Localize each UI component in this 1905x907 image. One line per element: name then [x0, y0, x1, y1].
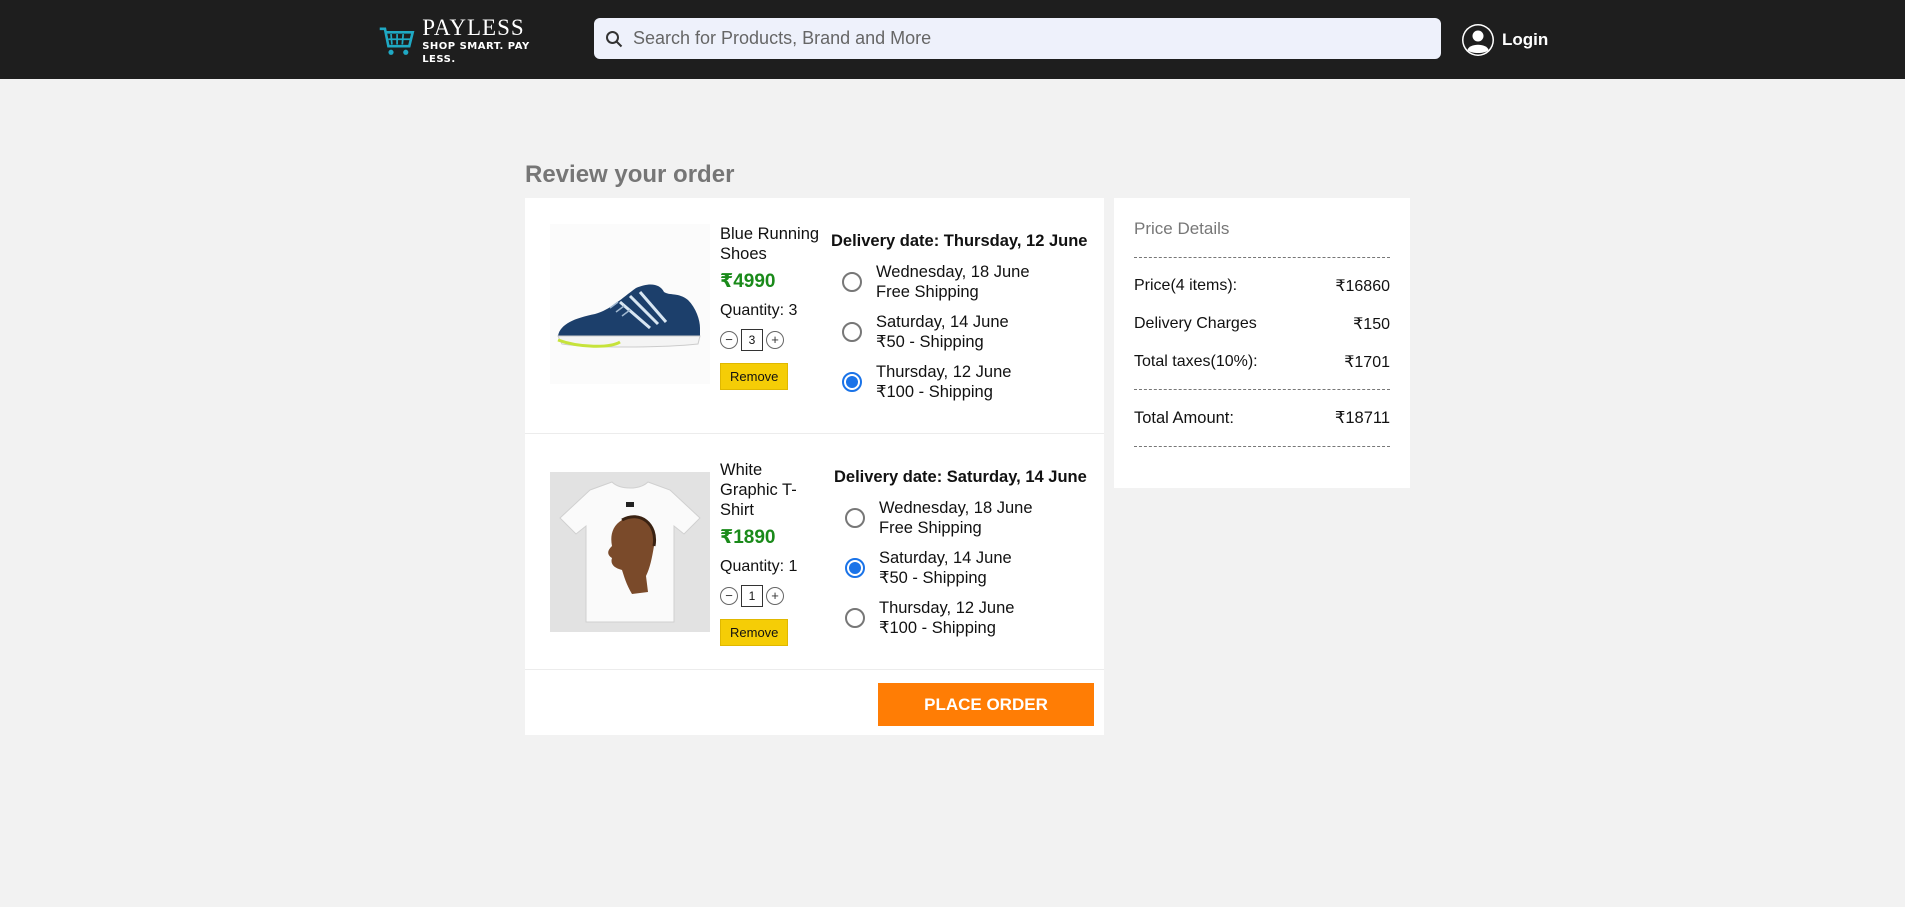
delivery-option[interactable]: Wednesday, 18 June Free Shipping	[831, 257, 1101, 307]
total-amount-value: ₹18711	[1334, 409, 1390, 427]
minus-icon[interactable]: −	[720, 587, 738, 605]
price-row-label: Total taxes(10%):	[1134, 353, 1258, 370]
radio-button-selected[interactable]	[842, 372, 862, 392]
item-name[interactable]: White Graphic T-Shirt	[720, 460, 820, 520]
place-order-button[interactable]: PLACE ORDER	[878, 683, 1094, 726]
logo-tagline: SHOP SMART. PAY LESS.	[422, 41, 530, 65]
login-button[interactable]: Login	[1461, 23, 1548, 57]
user-avatar-icon	[1462, 24, 1494, 56]
item-quantity: Quantity: 1	[720, 558, 798, 575]
option-shipping: Free Shipping	[879, 519, 982, 537]
tshirt-image	[559, 481, 701, 623]
total-amount-row: Total Amount: ₹18711	[1134, 390, 1390, 447]
option-date: Thursday, 12 June	[876, 363, 1012, 381]
price-row-label: Delivery Charges	[1134, 315, 1257, 332]
delivery-option[interactable]: Wednesday, 18 June Free Shipping	[834, 493, 1104, 543]
item-name[interactable]: Blue Running Shoes	[720, 224, 820, 264]
plus-icon[interactable]: +	[766, 587, 784, 605]
plus-icon[interactable]: +	[766, 331, 784, 349]
price-row: Delivery Charges ₹150	[1134, 305, 1390, 343]
radio-button[interactable]	[842, 272, 862, 292]
page-title: Review your order	[525, 161, 735, 188]
remove-button[interactable]: Remove	[720, 619, 789, 646]
option-date: Wednesday, 18 June	[876, 263, 1030, 281]
delivery-options: Delivery date: Thursday, 12 June Wednesd…	[831, 232, 1101, 407]
delivery-option[interactable]: Saturday, 14 June ₹50 - Shipping	[834, 543, 1104, 593]
minus-icon[interactable]: −	[720, 331, 738, 349]
payless-logo[interactable]: PAYLESS SHOP SMART. PAY LESS.	[378, 15, 548, 65]
option-shipping: ₹100 - Shipping	[876, 383, 993, 401]
delivery-option[interactable]: Saturday, 14 June ₹50 - Shipping	[831, 307, 1101, 357]
price-row-value: ₹150	[1353, 316, 1390, 333]
price-row-value: ₹1701	[1344, 354, 1390, 371]
price-rows: Price(4 items): ₹16860 Delivery Charges …	[1134, 258, 1390, 390]
logo-name: PAYLESS	[422, 15, 525, 40]
price-details-panel: Price Details Price(4 items): ₹16860 Del…	[1114, 198, 1410, 488]
quantity-value[interactable]: 3	[741, 329, 763, 351]
option-date: Thursday, 12 June	[879, 599, 1015, 617]
total-amount-label: Total Amount:	[1134, 408, 1234, 427]
option-shipping: ₹100 - Shipping	[879, 619, 996, 637]
item-details: Blue Running Shoes ₹4990 Quantity: 3 − 3…	[720, 224, 820, 390]
price-row: Price(4 items): ₹16860	[1134, 267, 1390, 305]
shopping-cart-icon	[379, 27, 415, 55]
option-shipping: ₹50 - Shipping	[879, 569, 987, 587]
item-quantity: Quantity: 3	[720, 302, 798, 319]
item-price: ₹4990	[720, 271, 776, 292]
top-navbar: PAYLESS SHOP SMART. PAY LESS. Login	[0, 0, 1905, 79]
remove-button[interactable]: Remove	[720, 363, 789, 390]
order-item-running-shoes: Blue Running Shoes ₹4990 Quantity: 3 − 3…	[525, 198, 1104, 434]
radio-button[interactable]	[842, 322, 862, 342]
option-date: Saturday, 14 June	[879, 549, 1012, 567]
quantity-stepper: − 3 +	[720, 329, 820, 351]
option-shipping: Free Shipping	[876, 283, 979, 301]
radio-button[interactable]	[845, 508, 865, 528]
product-image-tshirt	[550, 472, 710, 632]
item-details: White Graphic T-Shirt ₹1890 Quantity: 1 …	[720, 460, 820, 646]
price-row-label: Price(4 items):	[1134, 277, 1238, 294]
order-item-tshirt: White Graphic T-Shirt ₹1890 Quantity: 1 …	[525, 434, 1104, 670]
quantity-value[interactable]: 1	[741, 585, 763, 607]
radio-button-selected[interactable]	[845, 558, 865, 578]
search-bar[interactable]	[594, 18, 1441, 59]
delivery-option[interactable]: Thursday, 12 June ₹100 - Shipping	[834, 593, 1104, 643]
option-date: Wednesday, 18 June	[879, 499, 1033, 517]
delivery-option[interactable]: Thursday, 12 June ₹100 - Shipping	[831, 357, 1101, 407]
price-details-title: Price Details	[1134, 198, 1390, 258]
search-icon	[606, 30, 623, 47]
order-items-panel: Blue Running Shoes ₹4990 Quantity: 3 − 3…	[525, 198, 1104, 735]
delivery-date-title: Delivery date: Thursday, 12 June	[831, 232, 1088, 250]
running-shoe-image	[557, 284, 701, 348]
search-input[interactable]	[633, 28, 1413, 49]
option-date: Saturday, 14 June	[876, 313, 1009, 331]
login-label: Login	[1502, 30, 1549, 49]
delivery-options: Delivery date: Saturday, 14 June Wednesd…	[834, 468, 1104, 643]
item-price: ₹1890	[720, 527, 776, 548]
price-row: Total taxes(10%): ₹1701	[1134, 343, 1390, 381]
price-row-value: ₹16860	[1335, 278, 1390, 295]
product-image-running-shoes	[550, 224, 710, 384]
delivery-date-title: Delivery date: Saturday, 14 June	[834, 468, 1087, 486]
option-shipping: ₹50 - Shipping	[876, 333, 984, 351]
quantity-stepper: − 1 +	[720, 585, 820, 607]
radio-button[interactable]	[845, 608, 865, 628]
